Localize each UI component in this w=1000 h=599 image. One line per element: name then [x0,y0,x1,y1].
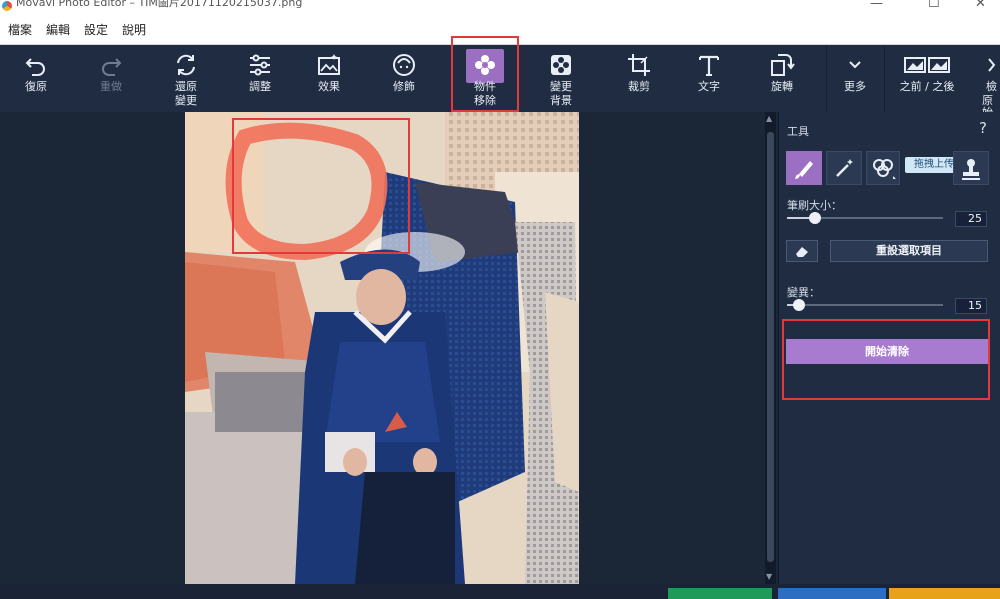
buy-button-partial[interactable] [889,588,1000,599]
app-icon [2,1,12,11]
change-background-button[interactable]: 變更 背景 [535,45,587,112]
lasso-tool-button[interactable] [866,151,900,185]
stamp-tool-button[interactable] [953,151,989,185]
change-bg-label-1: 變更 [550,80,572,93]
before-after-label: 之前 / 之後 [899,80,955,93]
undo-icon [25,58,45,76]
menu-file[interactable]: 檔案 [0,21,38,38]
retouch-label: 修飾 [393,80,415,93]
scroll-up-icon[interactable]: ▲ [766,114,772,123]
refresh-icon [177,54,195,76]
minimize-icon[interactable]: — [870,0,883,11]
undo-label: 復原 [25,80,47,93]
before-after-icon [904,57,950,73]
undo-button[interactable]: 復原 [10,45,62,112]
menu-help[interactable]: 說明 [114,21,152,38]
text-icon [699,55,719,76]
highlight-selected-area [232,118,410,254]
highlight-object-removal [451,36,519,112]
window-title: Movavi Photo Editor – TIM圖片2017112021503… [16,0,303,9]
scroll-down-icon[interactable]: ▼ [766,572,772,581]
adjust-label: 調整 [249,80,271,93]
reset-selection-button[interactable]: 重設選取項目 [830,240,988,262]
reset-label-1: 還原 [175,80,197,93]
effects-label: 效果 [318,80,340,93]
original-button[interactable]: 檢 原始 [982,45,1000,112]
crop-label: 裁剪 [628,80,650,93]
eraser-button[interactable] [786,240,818,262]
brush-size-value[interactable]: 25 [955,211,987,227]
face-retouch-icon [393,54,415,76]
text-label: 文字 [698,80,720,93]
crop-icon [628,54,650,76]
brush-size-handle[interactable] [809,212,822,224]
crop-button[interactable]: 裁剪 [613,45,665,112]
effects-button[interactable]: 效果 [303,45,355,112]
effects-icon [318,54,340,75]
rotate-button[interactable]: 旋轉 [756,45,808,112]
eraser-icon [796,247,808,257]
magic-wand-button[interactable] [826,151,862,185]
share-button-partial[interactable] [778,588,886,599]
more-button[interactable]: 更多 [830,45,880,112]
retouch-button[interactable]: 修飾 [378,45,430,112]
reset-label-2: 變更 [175,94,197,107]
save-button-partial[interactable] [668,588,772,599]
redo-label: 重做 [100,80,122,93]
tools-label: 工具 [787,125,809,138]
highlight-start-erase [782,319,990,400]
menu-settings[interactable]: 設定 [76,21,114,38]
brush-size-label: 筆刷大小： [787,199,842,212]
original-label-2: 原始 [982,94,993,113]
title-bar: Movavi Photo Editor – TIM圖片2017112021503… [0,0,1000,14]
menu-edit[interactable]: 編輯 [38,21,76,38]
rotate-label: 旋轉 [771,80,793,93]
variation-label: 變異： [787,286,820,299]
chevron-down-icon [849,61,861,69]
brush-icon [795,161,813,179]
original-label-1: 檢 [986,80,997,93]
toolbar-separator-2 [884,45,885,112]
arrow-icon [988,58,996,72]
variation-track[interactable] [787,304,943,306]
lasso-icon [873,159,896,179]
maximize-icon[interactable]: ☐ [928,0,940,11]
more-label: 更多 [844,80,866,93]
text-button[interactable]: 文字 [683,45,735,112]
toolbar-separator [826,45,827,112]
variation-value[interactable]: 15 [955,298,987,314]
redo-button[interactable]: 重做 [85,45,137,112]
redo-icon [102,58,122,76]
sliders-icon [250,54,270,76]
reset-changes-button[interactable]: 還原 變更 [160,45,212,112]
background-icon [551,55,571,75]
adjust-button[interactable]: 調整 [234,45,286,112]
rotate-icon [771,54,795,76]
vertical-scrollbar[interactable]: ▲ ▼ [765,112,776,584]
help-icon[interactable]: ? [979,119,987,137]
before-after-button[interactable]: 之前 / 之後 [892,45,962,112]
close-icon[interactable]: ✕ [975,0,986,11]
stamp-icon [962,159,980,180]
change-bg-label-2: 背景 [550,94,572,107]
brush-tool-button[interactable] [786,151,822,185]
scroll-thumb[interactable] [767,132,774,562]
magic-wand-icon [836,159,853,177]
